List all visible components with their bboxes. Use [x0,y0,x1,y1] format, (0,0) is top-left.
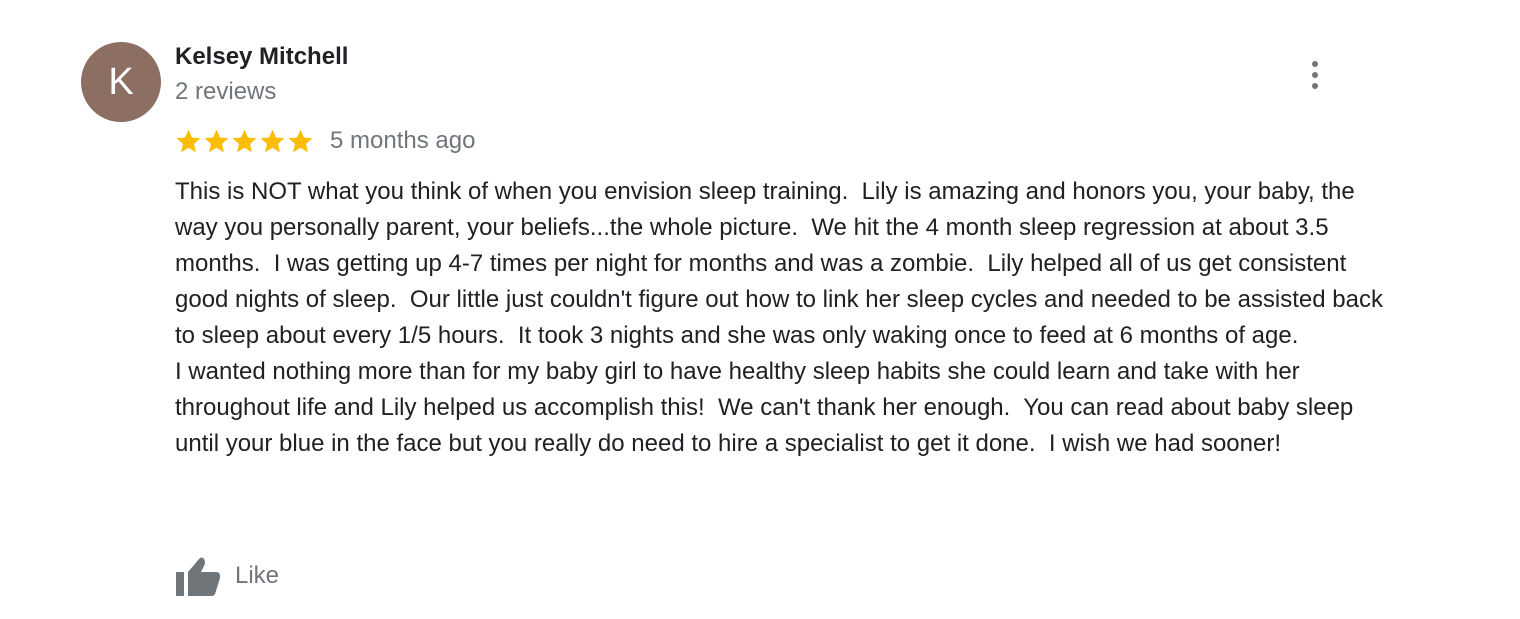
review-card: K Kelsey Mitchell 2 reviews 5 months ago… [0,0,1520,619]
avatar[interactable]: K [81,42,161,122]
avatar-initial: K [108,60,134,103]
author-name[interactable]: Kelsey Mitchell [175,43,348,71]
star-icon [260,129,285,152]
more-options-button[interactable] [1300,56,1330,94]
author-review-count[interactable]: 2 reviews [175,78,276,106]
star-icon [176,129,201,152]
review-date: 5 months ago [330,127,476,154]
thumbs-up-icon [176,557,220,596]
more-vertical-icon-dot [1312,83,1318,89]
star-icon [204,129,229,152]
like-label: Like [235,562,280,589]
star-icon [288,129,313,152]
rating-row: 5 months ago [175,125,475,157]
more-vertical-icon [1312,61,1318,67]
like-button[interactable]: Like [175,555,279,597]
review-text: This is NOT what you think of when you e… [175,178,1383,457]
star-rating [175,128,314,155]
more-vertical-icon-dot [1312,72,1318,78]
star-icon [232,129,257,152]
